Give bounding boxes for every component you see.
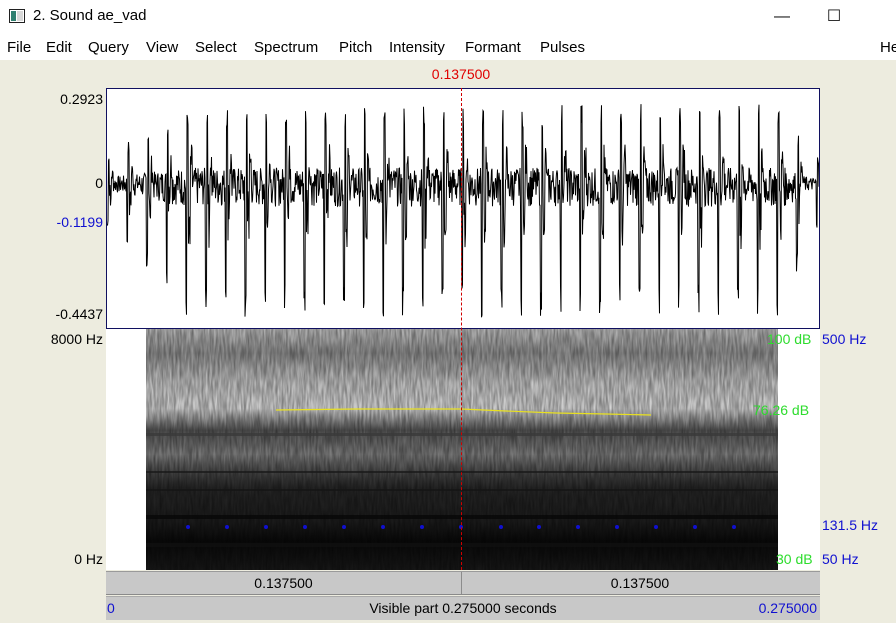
visible-part-bar[interactable]: 0 Visible part 0.275000 seconds 0.275000 bbox=[106, 596, 820, 620]
waveform-trace bbox=[107, 104, 819, 318]
cursor-line[interactable] bbox=[461, 88, 462, 570]
pitch-value-label: 131.5 Hz bbox=[822, 517, 879, 533]
pitch-dot-13 bbox=[693, 525, 697, 529]
spectrogram-top-frequency-label: 8000 Hz bbox=[50, 331, 103, 347]
pitch-dot-12 bbox=[654, 525, 658, 529]
pitch-dot-14 bbox=[732, 525, 736, 529]
pitch-dot-11 bbox=[615, 525, 619, 529]
waveform-min-label: -0.4437 bbox=[55, 306, 103, 322]
menu-spectrum[interactable]: Spectrum bbox=[254, 39, 318, 56]
pitch-top-label: 500 Hz bbox=[822, 331, 867, 347]
menu-pitch[interactable]: Pitch bbox=[339, 39, 372, 56]
waveform-max-label: 0.2923 bbox=[60, 91, 103, 107]
window-title: 2. Sound ae_vad bbox=[33, 7, 147, 24]
spectrogram-panel[interactable] bbox=[106, 329, 820, 570]
menu-select[interactable]: Select bbox=[195, 39, 237, 56]
menu-help[interactable]: He bbox=[880, 39, 896, 56]
spectrogram-band-2 bbox=[146, 489, 778, 491]
intensity-bottom-label: 30 dB bbox=[776, 551, 813, 567]
cursor-time-label: 0.137500 bbox=[431, 66, 491, 82]
pitch-dot-5 bbox=[381, 525, 385, 529]
spectrogram-plot bbox=[146, 329, 778, 570]
pitch-dot-8 bbox=[499, 525, 503, 529]
menu-bar: File Edit Query View Select Spectrum Pit… bbox=[0, 34, 896, 60]
spectrogram-band-3 bbox=[146, 471, 778, 473]
selection-bar: 0.137500 0.137500 bbox=[106, 571, 820, 595]
spectrogram-band-0 bbox=[146, 515, 778, 519]
spectrogram-texture bbox=[146, 329, 778, 570]
waveform-cursor-value-label: -0.1199 bbox=[56, 214, 103, 230]
pitch-dot-4 bbox=[342, 525, 346, 529]
menu-view[interactable]: View bbox=[146, 39, 178, 56]
menu-intensity[interactable]: Intensity bbox=[389, 39, 445, 56]
spectrogram-band-1 bbox=[146, 543, 778, 547]
intensity-top-label: 100 dB bbox=[767, 331, 812, 347]
pitch-dot-0 bbox=[186, 525, 190, 529]
pitch-dot-2 bbox=[264, 525, 268, 529]
visible-end-label: 0.275000 bbox=[758, 600, 817, 616]
maximize-button[interactable]: ☐ bbox=[812, 0, 856, 34]
pitch-dot-3 bbox=[303, 525, 307, 529]
minimize-button[interactable]: — bbox=[760, 0, 804, 34]
waveform-panel[interactable] bbox=[106, 88, 820, 329]
title-bar: 2. Sound ae_vad — ☐ bbox=[0, 0, 896, 34]
selection-left-segment[interactable]: 0.137500 bbox=[106, 575, 461, 591]
menu-file[interactable]: File bbox=[7, 39, 31, 56]
pitch-bottom-label: 50 Hz bbox=[822, 551, 859, 567]
selection-right-segment[interactable]: 0.137500 bbox=[462, 575, 818, 591]
spectrogram-bottom-frequency-label: 0 Hz bbox=[74, 551, 103, 567]
menu-edit[interactable]: Edit bbox=[46, 39, 72, 56]
menu-query[interactable]: Query bbox=[88, 39, 129, 56]
menu-pulses[interactable]: Pulses bbox=[540, 39, 585, 56]
spectrogram-band-4 bbox=[146, 433, 778, 436]
pitch-dot-10 bbox=[576, 525, 580, 529]
pitch-dot-9 bbox=[537, 525, 541, 529]
intensity-value-label: 76.26 dB bbox=[753, 402, 810, 418]
waveform-plot bbox=[107, 104, 819, 318]
menu-formant[interactable]: Formant bbox=[465, 39, 521, 56]
pitch-dot-1 bbox=[225, 525, 229, 529]
praat-app-icon bbox=[9, 9, 25, 23]
waveform-zero-label: 0 bbox=[95, 175, 103, 191]
pitch-dot-6 bbox=[420, 525, 424, 529]
